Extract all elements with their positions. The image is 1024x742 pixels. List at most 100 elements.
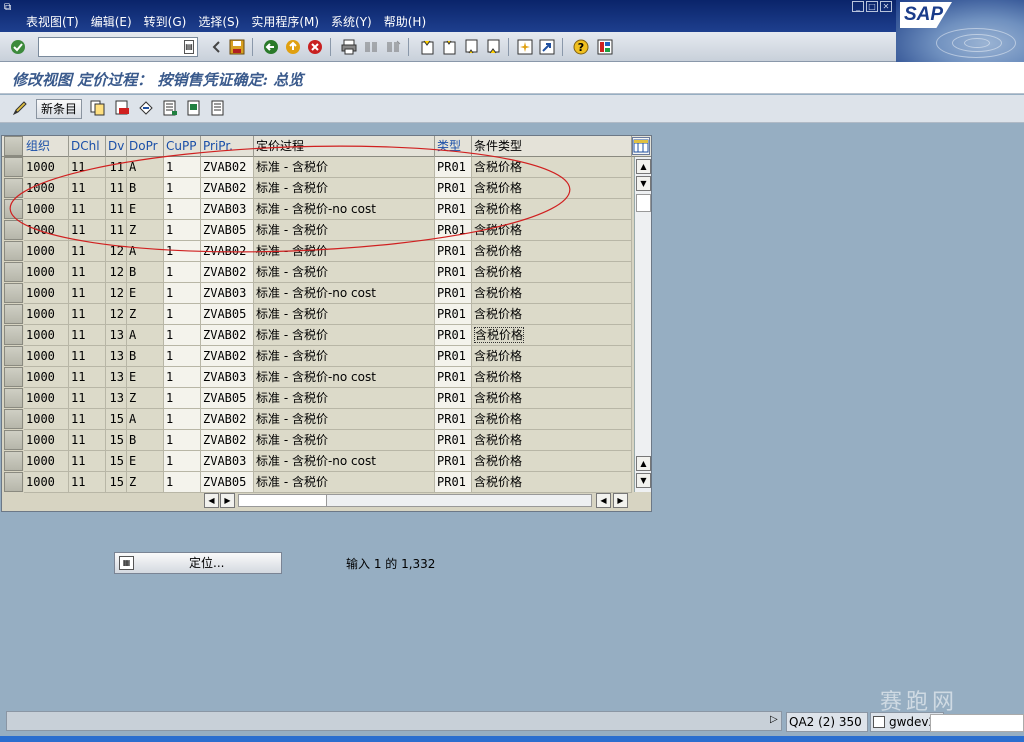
cell-customer-pricing[interactable]: 1 — [164, 388, 201, 409]
position-icon: ▦ — [119, 556, 134, 570]
enter-check-icon[interactable] — [9, 38, 27, 56]
cell-customer-pricing[interactable]: 1 — [164, 472, 201, 493]
save-icon[interactable] — [228, 38, 246, 56]
cell-condition-type-name: 含税价格 — [472, 304, 632, 325]
cell-condition-type[interactable]: PR01 — [435, 325, 472, 346]
cell-customer-pricing[interactable]: 1 — [164, 451, 201, 472]
horizontal-scroll-thumb[interactable] — [239, 495, 327, 506]
cell-condition-type[interactable]: PR01 — [435, 304, 472, 325]
cell-customer-pricing[interactable]: 1 — [164, 409, 201, 430]
cell-pricing-procedure[interactable]: ZVAB05 — [201, 472, 254, 493]
cell-customer-pricing[interactable]: 1 — [164, 346, 201, 367]
create-session-icon[interactable] — [516, 38, 534, 56]
command-field-dropdown-icon[interactable]: ▤ — [184, 40, 194, 54]
copy-as-icon[interactable] — [89, 99, 107, 117]
cancel-icon[interactable] — [306, 38, 324, 56]
cell-condition-type-name: 含税价格 — [472, 346, 632, 367]
position-button[interactable]: ▦ 定位... — [114, 552, 282, 574]
cell-pricing-procedure[interactable]: ZVAB02 — [201, 430, 254, 451]
undo-change-icon[interactable] — [137, 99, 155, 117]
scroll-down-icon[interactable]: ▼ — [636, 473, 651, 488]
cell-condition-type[interactable]: PR01 — [435, 283, 472, 304]
cell-pricing-procedure[interactable]: ZVAB02 — [201, 346, 254, 367]
maximize-icon[interactable]: □ — [866, 1, 878, 12]
cell-condition-type-name: 含税价格 — [472, 283, 632, 304]
system-menu-icon[interactable]: ⧉ — [4, 2, 18, 14]
cell-pricing-procedure[interactable]: ZVAB03 — [201, 367, 254, 388]
cell-condition-type[interactable]: PR01 — [435, 451, 472, 472]
cell-pricing-procedure[interactable]: ZVAB05 — [201, 304, 254, 325]
menu-item-utilities[interactable]: 实用程序(M) — [245, 14, 325, 30]
taskbar-strip — [0, 736, 1024, 742]
help-icon[interactable]: ? — [572, 38, 590, 56]
horizontal-scrollbar[interactable]: ◀ ▶ ◀ ▶ — [202, 493, 632, 509]
find-next-icon[interactable] — [384, 38, 402, 56]
last-page-icon[interactable] — [484, 38, 502, 56]
menu-item-help[interactable]: 帮助(H) — [378, 14, 432, 30]
cell-condition-type[interactable]: PR01 — [435, 388, 472, 409]
system-info[interactable]: QA2 (2) 350 — [786, 712, 868, 732]
cell-customer-pricing[interactable]: 1 — [164, 430, 201, 451]
menu-item-table-view[interactable]: 表视图(T) — [20, 14, 85, 30]
first-page-icon[interactable] — [418, 38, 436, 56]
horizontal-scroll-track[interactable] — [238, 494, 592, 507]
minimize-icon[interactable]: _ — [852, 1, 864, 12]
cell-condition-type[interactable]: PR01 — [435, 472, 472, 493]
cell-pricing-procedure[interactable]: ZVAB05 — [201, 388, 254, 409]
cell-customer-pricing[interactable]: 1 — [164, 283, 201, 304]
cell-condition-type-name-text: 含税价格 — [474, 349, 523, 363]
cell-pricing-procedure[interactable]: ZVAB02 — [201, 409, 254, 430]
scroll-page-up-icon[interactable]: ▲ — [636, 456, 651, 471]
scroll-left-step-icon[interactable]: ◀ — [596, 493, 611, 508]
menu-item-selection[interactable]: 选择(S) — [192, 14, 245, 30]
vertical-scroll-thumb[interactable] — [636, 194, 651, 212]
select-block-icon[interactable] — [185, 99, 203, 117]
customize-layout-icon[interactable] — [596, 38, 614, 56]
menu-item-system[interactable]: 系统(Y) — [325, 14, 378, 30]
cell-pricing-procedure[interactable]: ZVAB02 — [201, 325, 254, 346]
command-field[interactable]: ▤ — [38, 37, 198, 57]
cell-procedure-description: 标准 - 含税价 — [254, 472, 435, 493]
status-expand-icon[interactable]: ▷ — [770, 714, 778, 725]
previous-page-icon[interactable] — [440, 38, 458, 56]
cell-pricing-procedure[interactable]: ZVAB03 — [201, 451, 254, 472]
delete-icon[interactable] — [113, 99, 131, 117]
cell-condition-type[interactable]: PR01 — [435, 409, 472, 430]
cell-customer-pricing[interactable]: 1 — [164, 304, 201, 325]
new-entries-button[interactable]: 新条目 — [36, 99, 82, 119]
cell-distribution-channel-text: 11 — [71, 349, 86, 363]
cell-procedure-description: 标准 - 含税价 — [254, 325, 435, 346]
select-all-icon[interactable] — [161, 99, 179, 117]
cell-condition-type[interactable]: PR01 — [435, 367, 472, 388]
print-icon[interactable] — [340, 38, 358, 56]
close-window-icon[interactable]: ✕ — [880, 1, 892, 12]
cell-condition-type[interactable]: PR01 — [435, 430, 472, 451]
cell-condition-type[interactable]: PR01 — [435, 346, 472, 367]
find-icon[interactable] — [362, 38, 380, 56]
cell-customer-pricing[interactable]: 1 — [164, 325, 201, 346]
scroll-left-icon[interactable]: ◀ — [204, 493, 219, 508]
next-page-icon[interactable] — [462, 38, 480, 56]
table-settings-icon[interactable] — [632, 137, 650, 155]
cell-customer-pricing[interactable]: 1 — [164, 367, 201, 388]
window-controls: _ □ ✕ — [852, 1, 892, 12]
exit-icon[interactable] — [284, 38, 302, 56]
vertical-scrollbar[interactable]: ▲ ▼ ▲ ▼ — [634, 157, 651, 492]
deselect-all-icon[interactable] — [209, 99, 227, 117]
scroll-right-icon[interactable]: ▶ — [613, 493, 628, 508]
history-back-icon[interactable] — [207, 38, 225, 56]
cell-pricing-procedure[interactable]: ZVAB03 — [201, 283, 254, 304]
menu-item-goto[interactable]: 转到(G) — [138, 14, 193, 30]
display-change-icon[interactable] — [11, 99, 29, 117]
cell-procedure-description-text: 标准 - 含税价-no cost — [256, 454, 376, 468]
cell-procedure-description: 标准 - 含税价-no cost — [254, 451, 435, 472]
cell-document-pricing-text: A — [129, 328, 137, 342]
scroll-up-icon[interactable]: ▲ — [636, 159, 651, 174]
cell-distribution-channel-text: 11 — [71, 307, 86, 321]
cell-division-text: 12 — [109, 307, 124, 321]
scroll-page-down-icon[interactable]: ▼ — [636, 176, 651, 191]
menu-item-edit[interactable]: 编辑(E) — [85, 14, 138, 30]
back-icon[interactable] — [262, 38, 280, 56]
shortcut-icon[interactable] — [538, 38, 556, 56]
scroll-right-step-icon[interactable]: ▶ — [220, 493, 235, 508]
